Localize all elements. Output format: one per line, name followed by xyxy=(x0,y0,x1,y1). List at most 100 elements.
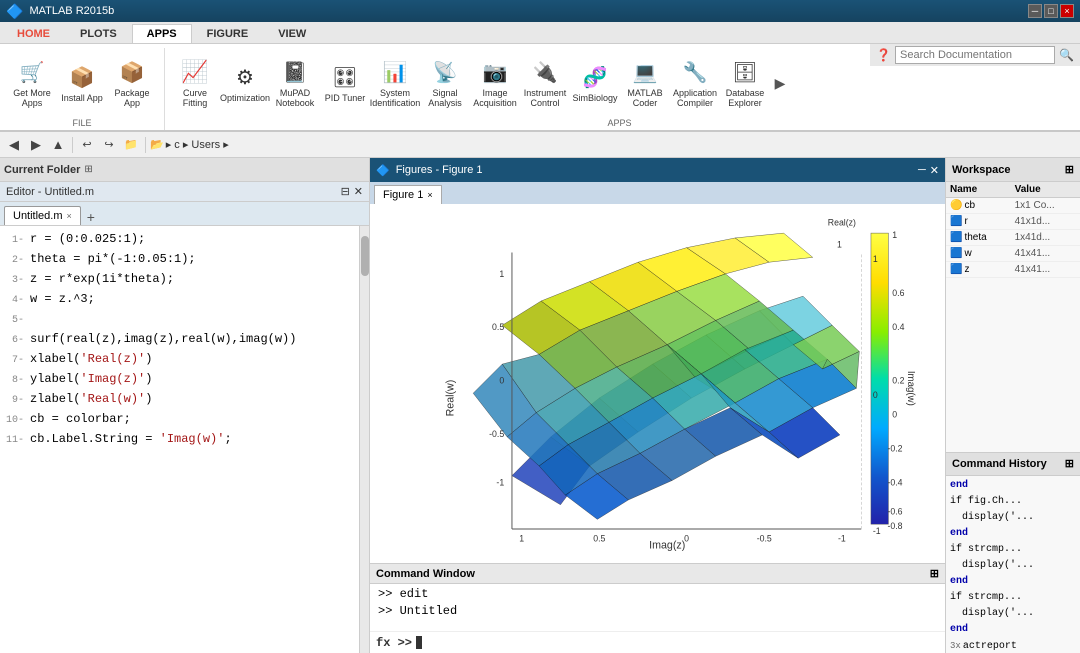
curve-fitting-icon: 📈 xyxy=(181,58,209,86)
new-tab-button[interactable]: + xyxy=(83,209,99,225)
mupad-button[interactable]: 📓 MuPAD Notebook xyxy=(271,54,319,112)
ws-cell-value-cb: 1x1 Co... xyxy=(1011,198,1080,214)
current-folder-expand-btn[interactable]: ⊞ xyxy=(84,164,92,175)
redo-button[interactable]: ↪ xyxy=(99,135,119,155)
file-section-label: FILE xyxy=(8,118,156,130)
figure-tab-1[interactable]: Figure 1 × xyxy=(374,185,442,204)
command-input-line[interactable]: fx >> xyxy=(370,631,945,653)
titlebar-left: 🔷 MATLAB R2015b xyxy=(6,3,114,20)
database-explorer-button[interactable]: 🗄 Database Explorer xyxy=(721,54,769,112)
hist-item-end4[interactable]: end xyxy=(950,622,1076,638)
center-panel: 🔷 Figures - Figure 1 ─ ✕ Figure 1 × xyxy=(370,158,945,653)
system-id-icon: 📊 xyxy=(381,58,409,86)
3d-surface-plot: 1 0.6 0.4 0.2 0 -0.2 -0.4 -0.6 -0.8 Imag… xyxy=(370,204,945,563)
matlab-logo-icon: 🔷 xyxy=(6,3,23,20)
path-part-c: ▸ c ▸ Users ▸ xyxy=(166,138,229,151)
code-line-5: 5- xyxy=(6,310,353,330)
svg-text:-0.2: -0.2 xyxy=(887,443,902,453)
figure-close-btn[interactable]: ✕ xyxy=(930,164,939,177)
workspace-title: Workspace xyxy=(952,164,1011,176)
titlebar-controls[interactable]: ─ □ × xyxy=(1028,4,1074,18)
hist-item-end1[interactable]: end xyxy=(950,478,1076,494)
tab-figure[interactable]: FIGURE xyxy=(192,24,264,43)
tab-untitled-m[interactable]: Untitled.m × xyxy=(4,206,81,225)
ws-row-w[interactable]: 🟦w 41x41... xyxy=(946,246,1080,262)
tab-view[interactable]: VIEW xyxy=(263,24,321,43)
get-more-apps-button[interactable]: 🛒 Get More Apps xyxy=(8,54,56,112)
history-expand-btn[interactable]: ⊞ xyxy=(1065,457,1074,470)
simbiology-icon: 🧬 xyxy=(581,63,609,91)
figure-controls[interactable]: ─ ✕ xyxy=(918,164,939,177)
figure-tab-bar: Figure 1 × xyxy=(370,182,945,204)
ws-cell-value-theta: 1x41d... xyxy=(1011,230,1080,246)
command-window-header: Command Window ⊞ xyxy=(370,564,945,584)
editor-scrollbar[interactable] xyxy=(359,226,369,653)
back-button[interactable]: ◀ xyxy=(4,135,24,155)
app-compiler-button[interactable]: 🔧 Application Compiler xyxy=(671,54,719,112)
code-line-10: 10- cb = colorbar; xyxy=(6,410,353,430)
ws-row-theta[interactable]: 🟦theta 1x41d... xyxy=(946,230,1080,246)
workspace-expand-btn[interactable]: ⊞ xyxy=(1065,163,1074,176)
figure-minimize-btn[interactable]: ─ xyxy=(918,164,926,177)
more-apps-arrow-button[interactable]: ▶ xyxy=(771,54,789,112)
tab-home[interactable]: HOME xyxy=(2,24,65,43)
editor-title-bar: Editor - Untitled.m ⊟ ✕ xyxy=(0,182,369,202)
undo-button[interactable]: ↩ xyxy=(77,135,97,155)
editor-scroll-thumb[interactable] xyxy=(361,236,369,276)
hist-item-display3[interactable]: display('... xyxy=(950,606,1076,622)
svg-text:1: 1 xyxy=(499,269,504,279)
forward-button[interactable]: ▶ xyxy=(26,135,46,155)
tab-plots[interactable]: PLOTS xyxy=(65,24,132,43)
curve-fitting-button[interactable]: 📈 Curve Fitting xyxy=(171,54,219,112)
system-id-button[interactable]: 📊 System Identification xyxy=(371,54,419,112)
pid-tuner-button[interactable]: 🎛 PID Tuner xyxy=(321,54,369,112)
signal-analysis-button[interactable]: 📡 Signal Analysis xyxy=(421,54,469,112)
image-acq-button[interactable]: 📷 Image Acquisition xyxy=(471,54,519,112)
hist-item-actreport[interactable]: 3xactreport xyxy=(950,638,1076,653)
instrument-control-button[interactable]: 🔌 Instrument Control xyxy=(521,54,569,112)
close-button[interactable]: × xyxy=(1060,4,1074,18)
svg-text:-1: -1 xyxy=(838,534,846,544)
titlebar: 🔷 MATLAB R2015b ─ □ × xyxy=(0,0,1080,22)
search-input[interactable] xyxy=(895,46,1055,64)
search-icon[interactable]: 🔍 xyxy=(1059,48,1074,62)
hist-item-ifch[interactable]: if fig.Ch... xyxy=(950,494,1076,510)
matlab-coder-button[interactable]: 💻 MATLAB Coder xyxy=(621,54,669,112)
up-button[interactable]: ▲ xyxy=(48,135,68,155)
toolbar-separator xyxy=(72,137,73,153)
figure-title-area: 🔷 Figures - Figure 1 xyxy=(376,164,483,177)
package-app-button[interactable]: 📦 Package App xyxy=(108,54,156,112)
minimize-button[interactable]: ─ xyxy=(1028,4,1042,18)
ws-row-r[interactable]: 🟦r 41x1d... xyxy=(946,214,1080,230)
apps-buttons: 📈 Curve Fitting ⚙ Optimization 📓 MuPAD N… xyxy=(171,48,789,118)
svg-text:0.2: 0.2 xyxy=(892,376,904,386)
simbiology-button[interactable]: 🧬 SimBiology xyxy=(571,54,619,112)
figure-tab-close[interactable]: × xyxy=(427,190,432,200)
code-area[interactable]: 1- r = (0:0.025:1); 2- theta = pi*(-1:0.… xyxy=(0,226,359,653)
hist-item-display2[interactable]: display('... xyxy=(950,558,1076,574)
ws-row-cb[interactable]: 🟡cb 1x1 Co... xyxy=(946,198,1080,214)
ws-cell-value-z: 41x41... xyxy=(1011,262,1080,278)
svg-text:0: 0 xyxy=(892,409,897,419)
hist-item-end2[interactable]: end xyxy=(950,526,1076,542)
hist-item-strcmp2[interactable]: if strcmp... xyxy=(950,590,1076,606)
tab-close-icon[interactable]: × xyxy=(67,211,72,221)
command-window-expand-btn[interactable]: ⊞ xyxy=(930,567,939,580)
svg-text:0: 0 xyxy=(499,376,504,386)
ws-row-z[interactable]: 🟦z 41x41... xyxy=(946,262,1080,278)
tab-label: Untitled.m xyxy=(13,210,63,222)
history-title: Command History xyxy=(952,458,1047,470)
optimization-button[interactable]: ⚙ Optimization xyxy=(221,54,269,112)
browse-button[interactable]: 📁 xyxy=(121,135,141,155)
svg-text:-0.5: -0.5 xyxy=(489,429,504,439)
code-line-7: 7- xlabel('Real(z)') xyxy=(6,350,353,370)
editor-close-btn[interactable]: ✕ xyxy=(354,185,363,198)
install-app-button[interactable]: 📦 Install App xyxy=(58,54,106,112)
hist-item-display1[interactable]: display('... xyxy=(950,510,1076,526)
maximize-button[interactable]: □ xyxy=(1044,4,1058,18)
hist-item-strcmp1[interactable]: if strcmp... xyxy=(950,542,1076,558)
hist-item-end3[interactable]: end xyxy=(950,574,1076,590)
tab-apps[interactable]: APPS xyxy=(132,24,192,43)
ws-icon-w: 🟦 xyxy=(950,248,962,259)
editor-collapse-btn[interactable]: ⊟ xyxy=(341,185,350,198)
